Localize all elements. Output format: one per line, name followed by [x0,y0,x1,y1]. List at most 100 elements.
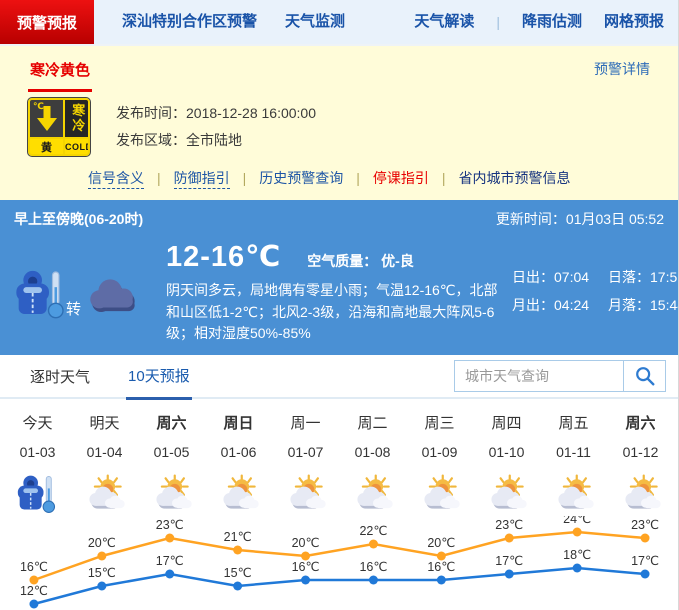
day-date: 01-08 [339,444,406,460]
temp-point-label: 16℃ [359,560,387,574]
temp-point [437,576,446,585]
warning-details-link[interactable]: 预警详情 [594,59,650,79]
partly-cloudy-icon [418,473,462,513]
nav-weather-interpret-link[interactable]: 天气解读 [414,0,474,44]
badge-level-en-cell: COLD [65,139,90,155]
day-weather-icon [205,470,272,516]
cold-thermometer-icon [16,471,60,515]
partly-cloudy-icon [552,473,596,513]
badge-level-cell: 黄 [30,139,63,155]
class-suspension-guide-link[interactable]: 停课指引 [373,170,429,186]
forecast-day-column[interactable]: 今天 01-03 [4,412,71,516]
temp-point-label: 23℃ [495,518,523,532]
temp-point-label: 20℃ [88,536,116,550]
day-date: 01-03 [4,444,71,460]
temp-chart: 16℃20℃23℃21℃20℃22℃20℃23℃24℃23℃12℃15℃17℃1… [0,516,679,610]
transition-label: 转 [66,298,81,319]
update-time-label: 更新时间：01月03日 05:52 [496,209,664,229]
temp-point [369,540,378,549]
link-separator: | [442,170,446,186]
temp-point-label: 20℃ [427,536,455,550]
warning-type-tab[interactable]: 寒冷黄色 [28,46,92,92]
forecast-day-column[interactable]: 周六 01-05 [138,412,205,516]
temp-point [641,534,650,543]
temp-point [505,570,514,579]
tab-hourly-weather[interactable]: 逐时天气 [28,355,92,398]
day-label: 周二 [339,412,406,433]
forecast-day-column[interactable]: 周四 01-10 [473,412,540,516]
temp-point [233,582,242,591]
nav-right-group: 天气解读 | 降雨估测 网格预报 [392,0,678,44]
temp-point [573,564,582,573]
badge-arrow-cell: ℃ [30,100,63,137]
publish-time-label: 发布时间： [116,105,186,121]
publish-time-row: 发布时间：2018-12-28 16:00:00 [116,100,316,127]
forecast-day-column[interactable]: 周三 01-09 [406,412,473,516]
temp-point-label: 17℃ [631,554,659,568]
temp-point [165,534,174,543]
sun-moon-times: 日出：07:04 日落：17:51 月出：04:24 月落：15:44 [512,263,679,345]
nav-rain-estimate-link[interactable]: 降雨估测 [522,0,582,44]
temp-point [233,546,242,555]
temp-point-label: 16℃ [292,560,320,574]
day-weather-icon [607,470,674,516]
temp-point [97,582,106,591]
temp-point [573,528,582,537]
link-separator: | [243,170,247,186]
forecast-day-column[interactable]: 周二 01-08 [339,412,406,516]
forecast-day-column[interactable]: 周五 01-11 [540,412,607,516]
day-date: 01-05 [138,444,205,460]
search-button[interactable] [623,361,665,391]
cold-thermometer-icon [14,265,70,321]
partly-cloudy-icon [150,473,194,513]
tab-warning-forecast[interactable]: 预警预报 [0,0,94,44]
temp-point-label: 12℃ [20,584,48,598]
day-label: 周日 [205,412,272,433]
search-input[interactable] [455,361,623,391]
forecast-day-column[interactable]: 周日 01-06 [205,412,272,516]
day-weather-icon [540,470,607,516]
current-weather-icons: 转 [14,239,166,345]
temp-point-label: 20℃ [292,536,320,550]
temp-point [29,600,38,609]
current-main: 12-16℃ 空气质量： 优-良 阴天间多云，局地偶有零星小雨；气温12-16℃… [166,239,512,345]
day-weather-icon [272,470,339,516]
nav-grid-forecast-link[interactable]: 网格预报 [604,0,664,44]
temp-point-label: 16℃ [427,560,455,574]
day-weather-icon [473,470,540,516]
sun-times-row: 日出：07:04 日落：17:51 [512,263,679,291]
nav-shenshan-warning-link[interactable]: 深汕特别合作区预警 [122,0,257,44]
sunrise-time: 日出：07:04 [512,263,608,291]
forecast-day-column[interactable]: 周一 01-07 [272,412,339,516]
day-weather-icon [406,470,473,516]
history-warning-query-link[interactable]: 历史预警查询 [259,170,343,186]
link-separator: | [356,170,360,186]
cloud-icon-slot [83,272,141,319]
current-content: 转 12-16℃ 空气质量： 优-良 阴天间多云，局地偶有零星小雨；气温12-1… [14,239,664,345]
partly-cloudy-icon [217,473,261,513]
day-label: 周六 [138,412,205,433]
temp-line-high [34,532,645,580]
publish-area-row: 发布区域：全市陆地 [116,127,316,154]
warning-links-row: 信号含义|防御指引|历史预警查询|停课指引|省内城市预警信息 [0,158,678,200]
nav-weather-monitor-link[interactable]: 天气监测 [285,0,345,44]
overcast-cloud-icon [83,272,141,314]
temp-point [505,534,514,543]
forecast-day-column[interactable]: 明天 01-04 [71,412,138,516]
temp-point-label: 24℃ [563,516,591,526]
moonset-time: 月落：15:44 [608,291,679,319]
province-city-warning-link[interactable]: 省内城市预警信息 [459,170,571,186]
day-label: 周五 [540,412,607,433]
day-weather-icon [71,470,138,516]
defense-guide-link[interactable]: 防御指引 [174,170,230,189]
tab-ten-day-forecast[interactable]: 10天预报 [126,354,192,400]
sunset-time: 日落：17:51 [608,263,679,291]
signal-meaning-link[interactable]: 信号含义 [88,170,144,189]
publish-time-value: 2018-12-28 16:00:00 [186,105,316,121]
partly-cloudy-icon [284,473,328,513]
partly-cloudy-icon [83,473,127,513]
day-label: 明天 [71,412,138,433]
search-icon [634,365,656,387]
forecast-day-column[interactable]: 周六 01-12 [607,412,674,516]
temp-point [369,576,378,585]
